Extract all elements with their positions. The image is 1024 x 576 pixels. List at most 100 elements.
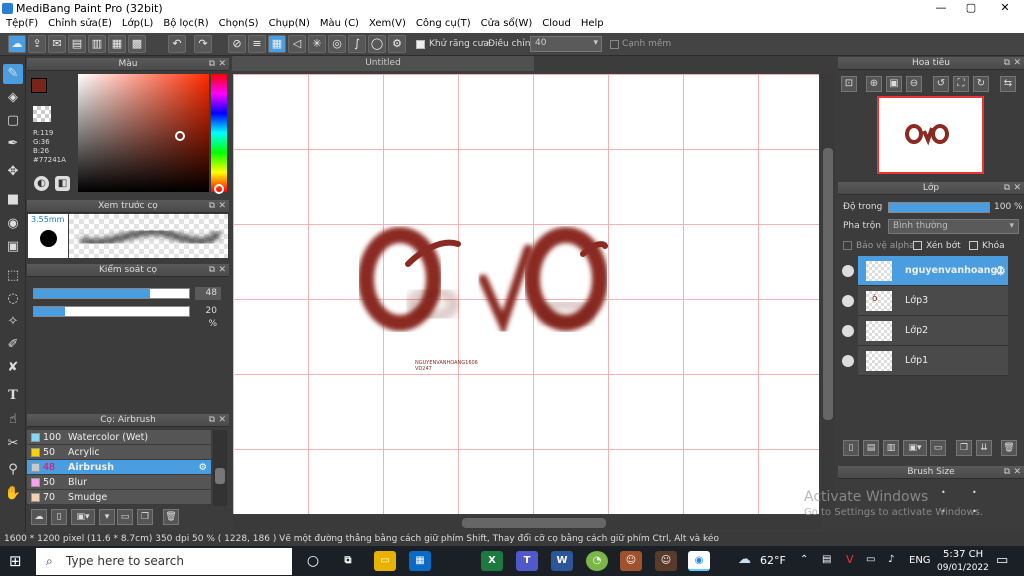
file-explorer-icon[interactable]: ▭ [374, 551, 396, 571]
close-icon[interactable]: ✕ [1013, 466, 1021, 479]
pages-icon[interactable]: ▦ [108, 35, 126, 53]
page-icon[interactable]: ▥ [88, 35, 106, 53]
clock-time[interactable]: 5:37 CH [943, 549, 983, 560]
grid-icon[interactable]: ▩ [128, 35, 146, 53]
select-eraser-tool-icon[interactable]: ✘ [3, 358, 23, 378]
palette-icon[interactable]: ◐ [34, 176, 49, 191]
brush-opacity-slider[interactable] [33, 306, 190, 317]
rotate-right-icon[interactable]: ↻ [973, 76, 989, 92]
drawing-canvas[interactable]: NGUYENVANHOANG1606 VD247 [233, 74, 819, 514]
menu-filter[interactable]: Bộ lọc(R) [157, 17, 212, 33]
zoom-in-icon[interactable]: ⊕ [866, 76, 882, 92]
magic-wand-tool-icon[interactable]: ✧ [3, 312, 23, 332]
brush-size-slider[interactable] [33, 288, 190, 299]
teams-icon[interactable]: T [516, 551, 538, 571]
visibility-eye-icon[interactable] [842, 295, 854, 307]
close-icon[interactable]: ✕ [218, 414, 226, 427]
menu-edit[interactable]: Chỉnh sửa(E) [42, 17, 116, 33]
color-picker-cursor[interactable] [175, 131, 185, 141]
operation-tool-icon[interactable]: ☝ [3, 410, 23, 430]
circle-snap-icon[interactable]: ◎ [328, 35, 346, 53]
close-icon[interactable]: ✕ [218, 200, 226, 213]
text-tool-icon[interactable]: T [3, 386, 23, 406]
popout-icon[interactable]: ⧉ [1004, 182, 1010, 195]
menu-window[interactable]: Cửa sổ(W) [475, 17, 537, 33]
move-tool-icon[interactable]: ✥ [3, 162, 23, 182]
brush-menu-icon[interactable]: ▾ [99, 509, 115, 525]
shape-tool-icon[interactable]: ▢ [3, 111, 23, 131]
new-halftone-layer-icon[interactable]: ▤ [863, 440, 879, 456]
lock-checkbox[interactable] [969, 241, 978, 250]
brush-item[interactable]: 100 Watercolor (Wet) [27, 430, 211, 445]
actual-size-icon[interactable]: ▣ [886, 76, 902, 92]
gear-icon[interactable]: ⚙ [995, 264, 1006, 278]
select-rect-tool-icon[interactable]: ⬚ [3, 266, 23, 286]
adjust-select[interactable]: 40 ▾ [530, 36, 602, 52]
menu-view[interactable]: Xem(V) [363, 17, 410, 33]
perspective-snap-icon[interactable]: ◁ [288, 35, 306, 53]
close-icon[interactable]: ✕ [218, 264, 226, 277]
medibang-taskbar-icon[interactable]: ◉ [688, 551, 710, 571]
zoom-out-icon[interactable]: ⊖ [906, 76, 922, 92]
snap-settings-icon[interactable]: ⚙ [388, 35, 406, 53]
divide-tool-icon[interactable]: ✂ [3, 434, 23, 454]
new-layer-icon[interactable]: ▯ [843, 440, 859, 456]
brush-item-selected[interactable]: 48 Airbrush ⚙ [27, 460, 211, 475]
tray-antivirus-icon[interactable]: V [846, 553, 854, 566]
trash-icon[interactable]: 🗑 [163, 509, 179, 525]
cortana-icon[interactable]: ○ [302, 551, 324, 571]
menu-help[interactable]: Help [575, 17, 608, 33]
radial-snap-icon[interactable]: ✳ [308, 35, 326, 53]
fit-icon[interactable]: ⊡ [841, 76, 857, 92]
app-icon-green[interactable]: ◔ [586, 551, 608, 571]
windows-start-icon[interactable]: ⊞ [9, 552, 27, 570]
delete-layer-icon[interactable]: 🗑 [1001, 440, 1017, 456]
curve-snap-icon[interactable]: ∫ [348, 35, 366, 53]
brush-size-dot[interactable]: • [972, 488, 977, 497]
navigator-thumbnail[interactable] [877, 96, 984, 174]
eraser-tool-icon[interactable]: ◈ [3, 88, 23, 108]
layer-row[interactable]: nguyenvanhoang1 ⚙ [858, 256, 1008, 286]
message-icon[interactable]: ▤ [68, 35, 86, 53]
visibility-eye-icon[interactable] [842, 355, 854, 367]
language-indicator[interactable]: ENG [909, 555, 931, 566]
redo-icon[interactable]: ↷ [194, 35, 212, 53]
close-icon[interactable]: ✕ [1013, 57, 1021, 70]
merge-layer-icon[interactable]: ⇊ [976, 440, 992, 456]
new-brush-icon[interactable]: ▯ [51, 509, 67, 525]
popout-icon[interactable]: ⧉ [209, 200, 215, 213]
antialias-checkbox[interactable] [416, 40, 425, 49]
duplicate-icon[interactable]: ❐ [137, 509, 153, 525]
hue-slider-handle[interactable] [214, 184, 224, 194]
tray-app-icon[interactable]: ▤ [822, 554, 831, 565]
menu-snap[interactable]: Chụp(N) [263, 17, 314, 33]
volume-icon[interactable]: ♪ [888, 554, 894, 565]
foreground-color-swatch[interactable] [31, 78, 47, 93]
popout-icon[interactable]: ⧉ [209, 414, 215, 427]
ellipse-snap-icon[interactable]: ◯ [368, 35, 386, 53]
cloud-icon[interactable]: ☁ [8, 35, 26, 53]
canvas-horizontal-scrollbar[interactable] [233, 516, 821, 530]
tray-arrow-icon[interactable]: ⌃ [800, 554, 808, 565]
network-icon[interactable]: ▭ [866, 554, 875, 565]
transparent-color-swatch[interactable] [33, 106, 51, 122]
task-view-icon[interactable]: ⧉ [337, 551, 359, 571]
menu-color[interactable]: Màu (C) [314, 17, 363, 33]
scroll-thumb[interactable] [462, 518, 606, 528]
ms-store-icon[interactable]: ▦ [409, 551, 431, 571]
brush-size-value[interactable]: 48 [195, 287, 221, 300]
saturation-value-picker[interactable] [78, 74, 209, 192]
save-icon[interactable]: ⇪ [28, 35, 46, 53]
visibility-eye-icon[interactable] [842, 325, 854, 337]
eyedropper-tool-icon[interactable]: ⚲ [3, 460, 23, 480]
scroll-thumb[interactable] [823, 148, 833, 420]
fill-rect-tool-icon[interactable]: ■ [3, 190, 23, 210]
canvas-vertical-scrollbar[interactable] [821, 74, 835, 514]
protect-alpha-checkbox[interactable] [843, 241, 852, 250]
no-snap-icon[interactable]: ⊘ [228, 35, 246, 53]
taskbar-search-input[interactable]: ⌕ Type here to search [36, 548, 292, 575]
hue-slider[interactable] [211, 74, 227, 192]
brush-item[interactable]: 50 Acrylic [27, 445, 211, 460]
hand-tool-icon[interactable]: ✋ [3, 484, 23, 504]
brush-size-dot[interactable]: • [941, 488, 946, 497]
